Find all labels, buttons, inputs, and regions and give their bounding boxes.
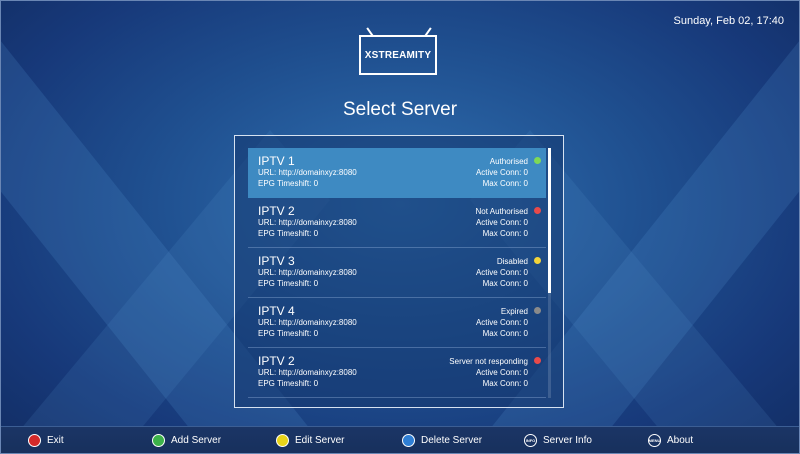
about-label: About bbox=[667, 435, 694, 446]
menu-button-icon: MENU bbox=[648, 434, 661, 447]
add-server-label: Add Server bbox=[171, 435, 222, 446]
server-epg-timeshift: EPG Timeshift: 0 bbox=[258, 229, 319, 238]
yellow-button-icon bbox=[276, 434, 289, 447]
server-name: IPTV 1 bbox=[258, 154, 295, 168]
server-epg-timeshift: EPG Timeshift: 0 bbox=[258, 379, 319, 388]
server-status: Not Authorised bbox=[475, 207, 528, 216]
scrollbar[interactable] bbox=[548, 148, 551, 398]
delete-server-label: Delete Server bbox=[421, 435, 483, 446]
server-info-label: Server Info bbox=[543, 435, 592, 446]
datetime-display: Sunday, Feb 02, 17:40 bbox=[673, 15, 785, 27]
server-item[interactable]: IPTV 2 URL: http://domainxyz:8080 EPG Time… bbox=[248, 348, 546, 398]
server-max-connections: Max Conn: 0 bbox=[482, 279, 528, 288]
server-max-connections: Max Conn: 0 bbox=[482, 329, 528, 338]
red-button-icon bbox=[28, 434, 41, 447]
edit-server-button[interactable]: Edit Server bbox=[276, 434, 344, 447]
server-active-connections: Active Conn: 0 bbox=[475, 368, 528, 377]
server-name: IPTV 2 bbox=[258, 204, 295, 218]
edit-server-label: Edit Server bbox=[295, 435, 345, 446]
status-dot-icon bbox=[534, 257, 541, 264]
server-url: URL: http://domainxyz:8080 bbox=[258, 318, 357, 327]
server-status: Disabled bbox=[496, 257, 528, 266]
logo-screen: XSTREAMITY bbox=[359, 35, 437, 75]
server-active-connections: Active Conn: 0 bbox=[475, 168, 528, 177]
server-name: IPTV 4 bbox=[258, 304, 295, 318]
server-epg-timeshift: EPG Timeshift: 0 bbox=[258, 329, 319, 338]
server-active-connections: Active Conn: 0 bbox=[475, 218, 528, 227]
status-dot-icon bbox=[534, 357, 541, 364]
add-server-button[interactable]: Add Server bbox=[152, 434, 221, 447]
about-button[interactable]: MENU About bbox=[648, 434, 693, 447]
server-item[interactable]: IPTV 1 URL: http://domainxyz:8080 EPG Time… bbox=[248, 148, 546, 198]
page-title: Select Server bbox=[342, 99, 458, 120]
exit-label: Exit bbox=[47, 435, 64, 446]
scrollbar-thumb[interactable] bbox=[548, 148, 551, 293]
green-button-icon bbox=[152, 434, 165, 447]
server-epg-timeshift: EPG Timeshift: 0 bbox=[258, 179, 319, 188]
delete-server-button[interactable]: Delete Server bbox=[402, 434, 482, 447]
footer-bar: Exit Add Server Edit Server Delete Serve… bbox=[0, 426, 800, 454]
server-status: Server not responding bbox=[449, 357, 528, 366]
server-name: IPTV 3 bbox=[258, 254, 295, 268]
server-url: URL: http://domainxyz:8080 bbox=[258, 218, 357, 227]
status-dot-icon bbox=[534, 207, 541, 214]
server-list[interactable]: IPTV 1 URL: http://domainxyz:8080 EPG Time… bbox=[248, 148, 546, 398]
exit-button[interactable]: Exit bbox=[28, 434, 64, 447]
server-active-connections: Active Conn: 0 bbox=[475, 318, 528, 327]
status-dot-icon bbox=[534, 307, 541, 314]
blue-button-icon bbox=[402, 434, 415, 447]
server-item[interactable]: IPTV 4 URL: http://domainxyz:8080 EPG Time… bbox=[248, 298, 546, 348]
server-active-connections: Active Conn: 0 bbox=[475, 268, 528, 277]
server-max-connections: Max Conn: 0 bbox=[482, 229, 528, 238]
server-item[interactable]: IPTV 3 URL: http://domainxyz:8080 EPG Time… bbox=[248, 248, 546, 298]
server-url: URL: http://domainxyz:8080 bbox=[258, 268, 357, 277]
server-max-connections: Max Conn: 0 bbox=[482, 179, 528, 188]
server-list-panel: IPTV 1 URL: http://domainxyz:8080 EPG Time… bbox=[234, 135, 564, 408]
status-dot-icon bbox=[534, 157, 541, 164]
server-max-connections: Max Conn: 0 bbox=[482, 379, 528, 388]
logo-text: XSTREAMITY bbox=[364, 49, 432, 61]
server-url: URL: http://domainxyz:8080 bbox=[258, 368, 357, 377]
server-epg-timeshift: EPG Timeshift: 0 bbox=[258, 279, 319, 288]
server-item[interactable]: IPTV 2 URL: http://domainxyz:8080 EPG Time… bbox=[248, 198, 546, 248]
server-name: IPTV 2 bbox=[258, 354, 295, 368]
info-button-icon: INFO bbox=[524, 434, 537, 447]
server-info-button[interactable]: INFO Server Info bbox=[524, 434, 592, 447]
server-status: Expired bbox=[500, 307, 528, 316]
server-status: Authorised bbox=[489, 157, 528, 166]
server-url: URL: http://domainxyz:8080 bbox=[258, 168, 357, 177]
app-logo: XSTREAMITY bbox=[357, 27, 441, 79]
